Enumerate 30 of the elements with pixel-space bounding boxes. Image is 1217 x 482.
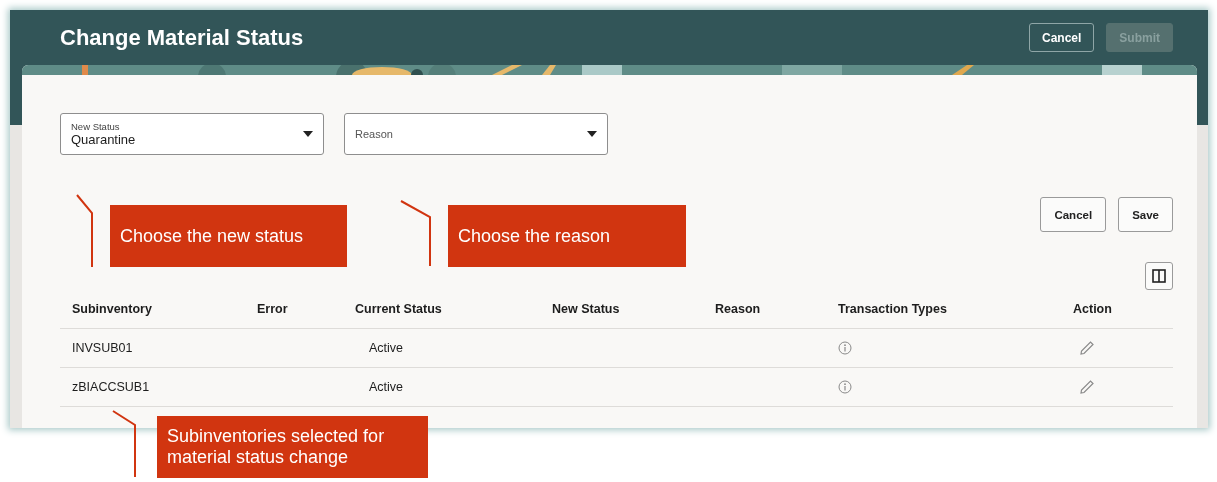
columns-button[interactable] bbox=[1145, 262, 1173, 290]
leader-line bbox=[112, 410, 136, 478]
status-dropdown[interactable]: New Status Quarantine bbox=[60, 113, 324, 155]
edit-icon[interactable] bbox=[1079, 379, 1095, 395]
leader-line bbox=[400, 200, 431, 267]
cancel-button[interactable]: Cancel bbox=[1028, 23, 1095, 52]
column-header: Current Status bbox=[343, 290, 540, 329]
column-header: Subinventory bbox=[60, 290, 245, 329]
columns-icon bbox=[1152, 269, 1166, 283]
table-cell: INVSUB01 bbox=[60, 329, 245, 368]
cancel-button[interactable]: Cancel bbox=[1040, 197, 1107, 232]
save-button[interactable]: Save bbox=[1118, 197, 1173, 232]
caret-icon bbox=[587, 131, 597, 137]
callout-box: Choose the new status bbox=[110, 205, 347, 267]
callout-box: Choose the reason bbox=[448, 205, 686, 267]
column-header: Transaction Types bbox=[826, 290, 1061, 329]
table-cell: zBIACCSUB1 bbox=[60, 368, 245, 407]
column-header: Reason bbox=[703, 290, 826, 329]
edit-icon[interactable] bbox=[1079, 340, 1095, 356]
callout-box: Subinventories selected for material status change bbox=[157, 416, 428, 478]
column-header: New Status bbox=[540, 290, 703, 329]
column-header: Error bbox=[245, 290, 343, 329]
reason-dropdown[interactable]: Reason bbox=[344, 113, 608, 155]
page-title: Change Material Status bbox=[60, 24, 305, 51]
column-header: Action bbox=[1061, 290, 1173, 329]
table-cell: Active bbox=[343, 329, 540, 368]
info-icon[interactable] bbox=[838, 380, 852, 394]
table-cell: Active bbox=[343, 368, 540, 407]
caret-icon bbox=[303, 131, 313, 137]
info-icon[interactable] bbox=[838, 341, 852, 355]
